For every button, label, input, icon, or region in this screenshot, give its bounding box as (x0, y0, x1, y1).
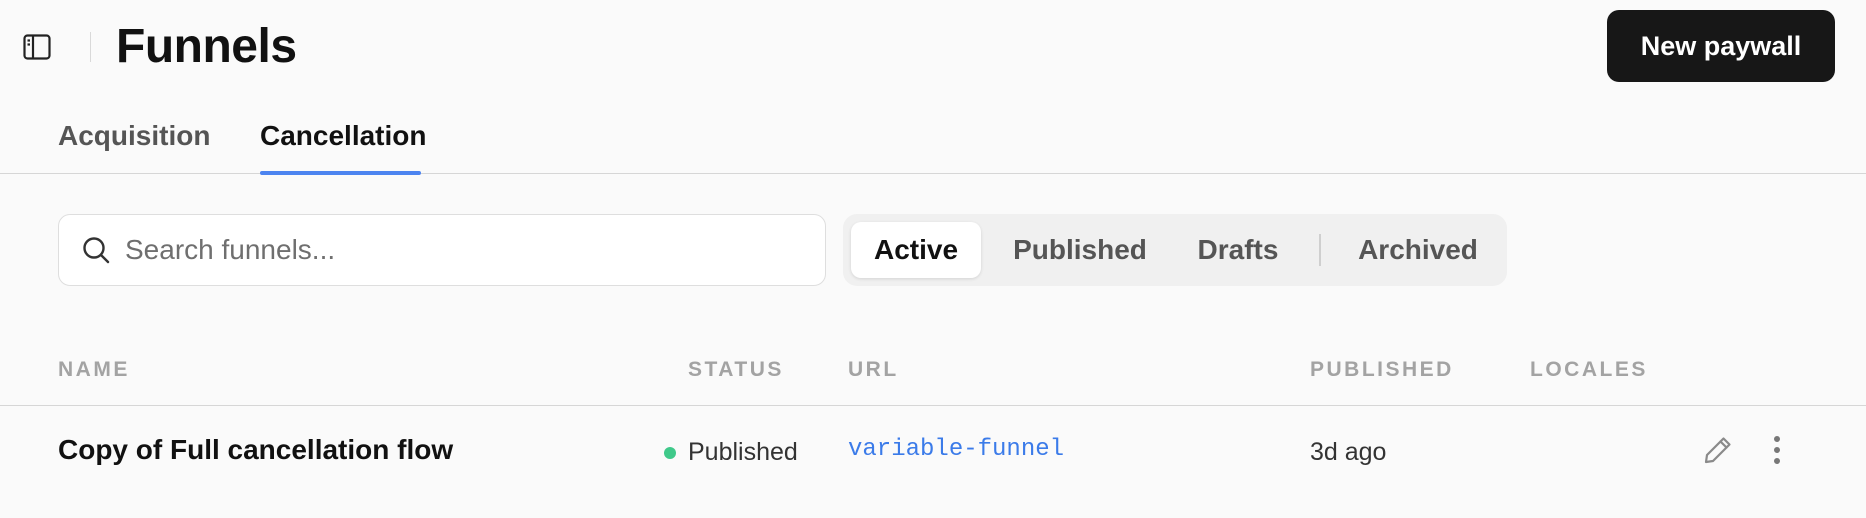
tab-cancellation[interactable]: Cancellation (260, 120, 426, 174)
active-tab-indicator (260, 170, 421, 175)
column-header-locales[interactable]: LOCALES (1530, 358, 1648, 382)
tab-acquisition[interactable]: Acquisition (58, 120, 210, 174)
table-header: NAME STATUS URL PUBLISHED LOCALES (0, 350, 1866, 406)
sidebar-panel-icon[interactable] (22, 32, 52, 62)
funnel-name[interactable]: Copy of Full cancellation flow (58, 434, 453, 466)
new-paywall-button[interactable]: New paywall (1607, 10, 1835, 82)
column-header-status[interactable]: STATUS (688, 358, 784, 382)
filter-drafts[interactable]: Drafts (1183, 222, 1293, 278)
status-dot-icon (664, 446, 676, 459)
page-title: Funnels (116, 20, 297, 73)
search-icon (79, 233, 113, 267)
status-label: Published (688, 438, 798, 466)
filter-divider (1319, 234, 1321, 266)
table-row[interactable]: Copy of Full cancellation flow Published… (0, 408, 1866, 492)
status-cell: Published (664, 438, 798, 467)
column-header-published[interactable]: PUBLISHED (1310, 358, 1454, 382)
title-divider (90, 32, 91, 62)
published-time: 3d ago (1310, 438, 1387, 466)
status-filter-group: Active Published Drafts Archived (843, 214, 1507, 286)
funnel-url-link[interactable]: variable-funnel (848, 436, 1064, 463)
filter-published[interactable]: Published (995, 222, 1165, 278)
filter-archived[interactable]: Archived (1343, 222, 1493, 278)
search-input[interactable] (125, 234, 785, 266)
search-box[interactable] (58, 214, 826, 286)
filter-active[interactable]: Active (851, 222, 981, 278)
funnel-type-tabs: Acquisition Cancellation (0, 110, 1866, 175)
page-header: Funnels New paywall (0, 0, 1866, 94)
edit-pencil-icon[interactable] (1700, 432, 1736, 468)
funnels-page: Funnels New paywall Acquisition Cancella… (0, 0, 1866, 518)
more-options-icon[interactable] (1762, 432, 1792, 468)
column-header-url[interactable]: URL (848, 358, 899, 382)
column-header-name[interactable]: NAME (58, 358, 130, 382)
